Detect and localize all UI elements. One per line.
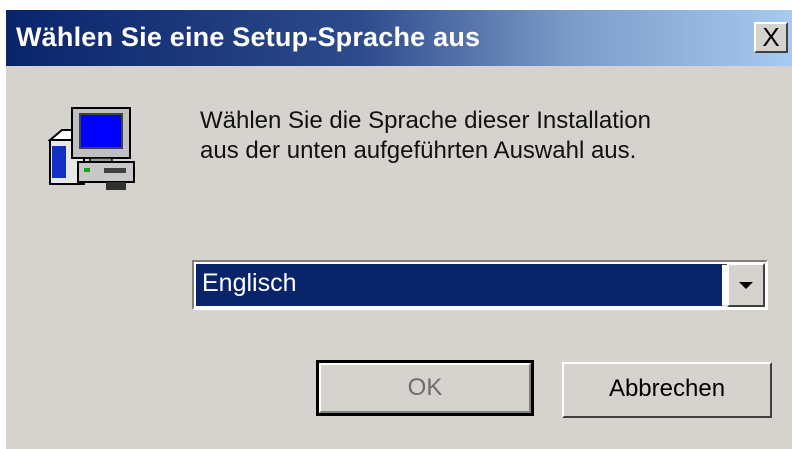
instruction-text: Wählen Sie die Sprache dieser Installati… xyxy=(200,106,651,166)
computer-setup-icon xyxy=(48,107,135,190)
language-select-value[interactable]: Englisch xyxy=(196,264,722,306)
ok-button[interactable]: OK xyxy=(316,360,534,416)
setup-language-dialog: Wählen Sie eine Setup-Sprache aus X Wähl… xyxy=(6,10,792,449)
chevron-down-icon xyxy=(739,282,753,289)
language-select[interactable]: Englisch xyxy=(192,260,768,310)
ok-button-label: OK xyxy=(407,374,443,401)
close-button[interactable]: X xyxy=(754,22,788,53)
dropdown-button[interactable] xyxy=(727,263,765,307)
cancel-button[interactable]: Abbrechen xyxy=(562,362,772,418)
dialog-title: Wählen Sie eine Setup-Sprache aus xyxy=(16,22,481,52)
title-bar[interactable]: Wählen Sie eine Setup-Sprache aus X xyxy=(6,10,792,66)
instruction-line-2: aus der unten aufgeführten Auswahl aus. xyxy=(200,137,637,164)
instruction-line-1: Wählen Sie die Sprache dieser Installati… xyxy=(200,107,651,134)
